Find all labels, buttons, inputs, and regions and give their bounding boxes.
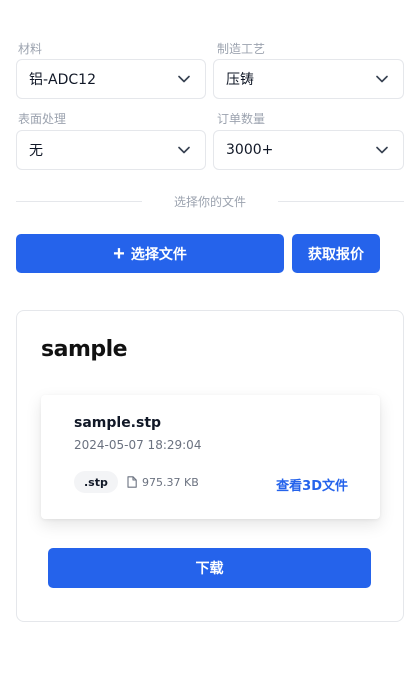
choose-file-button[interactable]: + 选择文件 bbox=[16, 234, 284, 273]
surface-label: 表面处理 bbox=[18, 112, 67, 126]
file-name: sample.stp bbox=[74, 415, 162, 431]
file-extension-badge: .stp bbox=[74, 471, 118, 493]
file-date: 2024-05-07 18:29:04 bbox=[74, 438, 202, 452]
choose-files-divider-text: 选择你的文件 bbox=[173, 195, 246, 209]
file-icon bbox=[127, 476, 137, 488]
result-title: sample bbox=[41, 337, 128, 362]
download-button[interactable]: 下载 bbox=[48, 548, 371, 588]
chevron-down-icon bbox=[177, 143, 191, 157]
quantity-label: 订单数量 bbox=[217, 112, 266, 126]
chevron-down-icon bbox=[177, 72, 191, 86]
process-label: 制造工艺 bbox=[217, 42, 266, 56]
surface-select[interactable]: 无 bbox=[16, 130, 206, 170]
process-select[interactable]: 压铸 bbox=[213, 59, 404, 99]
file-size-value: 975.37 KB bbox=[142, 475, 199, 489]
material-select-value: 铝-ADC12 bbox=[29, 72, 96, 88]
file-card: sample.stp 2024-05-07 18:29:04 .stp 975.… bbox=[41, 395, 380, 519]
process-select-value: 压铸 bbox=[226, 72, 254, 88]
file-size: 975.37 KB bbox=[127, 471, 199, 493]
view-3d-file-link[interactable]: 查看3D文件 bbox=[276, 475, 348, 494]
quantity-select[interactable]: 3000+ bbox=[213, 130, 404, 170]
material-label: 材料 bbox=[18, 42, 43, 56]
chevron-down-icon bbox=[375, 72, 389, 86]
choose-file-button-label: 选择文件 bbox=[130, 245, 187, 262]
material-select[interactable]: 铝-ADC12 bbox=[16, 59, 206, 99]
surface-select-value: 无 bbox=[29, 143, 43, 159]
get-quote-button[interactable]: 获取报价 bbox=[292, 234, 380, 273]
chevron-down-icon bbox=[375, 143, 389, 157]
plus-icon: + bbox=[113, 242, 125, 265]
quantity-select-value: 3000+ bbox=[226, 142, 274, 158]
